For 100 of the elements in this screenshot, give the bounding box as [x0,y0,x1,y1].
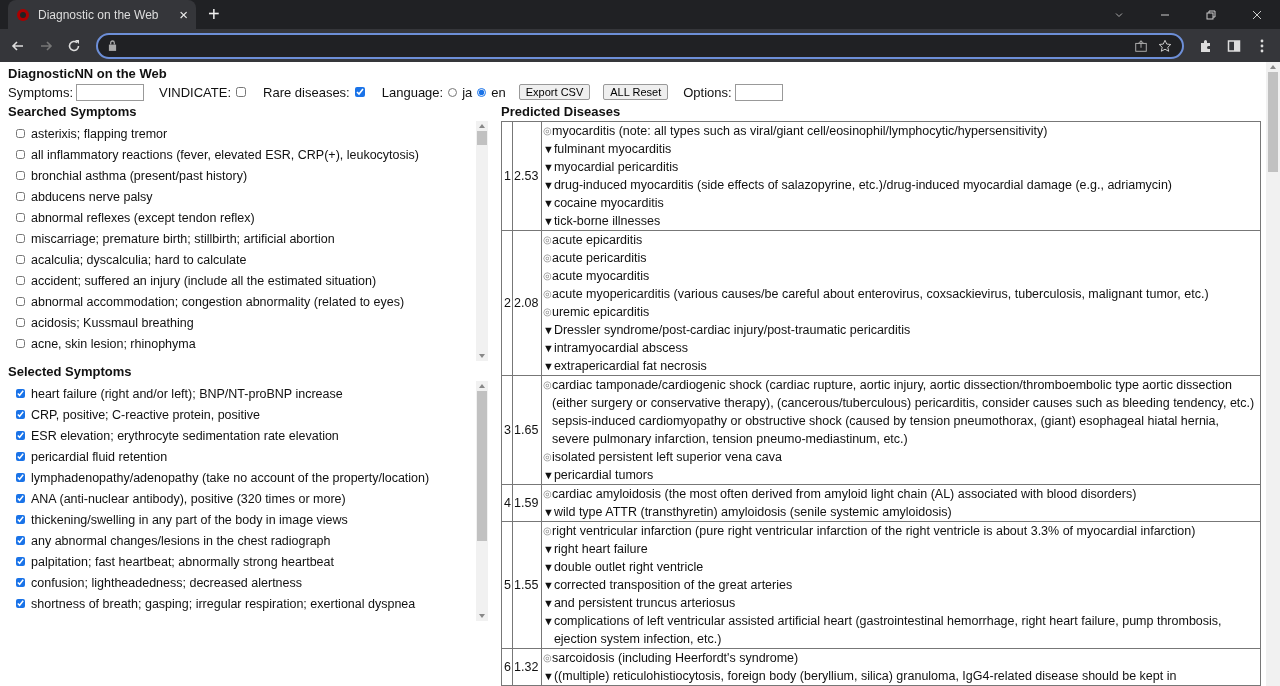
symptom-label[interactable]: accident; suffered an injury (include all the estimated situation) [31,273,377,288]
symptom-checkbox[interactable] [16,557,25,566]
symptom-checkbox[interactable] [16,494,25,503]
symptom-checkbox[interactable] [16,171,25,180]
section-heading: Searched Symptoms [8,104,138,121]
symptom-checkbox[interactable] [16,129,25,138]
symptom-checkbox[interactable] [16,150,25,159]
marker-glyph: ◎ [543,233,552,247]
symptom-checkbox[interactable] [16,536,25,545]
symptom-checkbox[interactable] [16,599,25,608]
action-button[interactable]: ALL Reset [603,84,669,100]
marker-glyph: ◎ [543,378,552,392]
score-cell: 1.55 [512,521,542,649]
page-title: DiagnosticNN on the Web [8,66,168,81]
symptom-label[interactable]: ESR elevation; erythrocyte sedimentation rate elevation [31,428,339,443]
symptom-checkbox[interactable] [16,452,25,461]
marker-glyph: ◎ [543,651,552,665]
symptom-checkbox[interactable] [16,410,25,419]
symptom-label[interactable]: CRP, positive; C-reactive protein, positive [31,407,261,422]
tab-title: Diagnostic on the Web [38,7,160,22]
browser-tab[interactable]: Diagnostic on the Web × [8,0,196,29]
lock-icon [108,40,117,51]
marker-glyph: ▼ [543,323,554,338]
symptom-label[interactable]: bronchial asthma (present/past history) [31,168,248,183]
marker-glyph: ▼ [543,359,554,372]
symptom-label[interactable]: any abnormal changes/lesions in the chest radiograph [31,533,331,548]
symptom-checkbox[interactable] [16,473,25,482]
symptom-label[interactable]: asterixis; flapping tremor [31,126,168,141]
language-radio[interactable] [448,87,458,97]
symptom-label[interactable]: all inflammatory reactions (fever, elevated ESR, CRP(+), leukocytosis) [31,147,419,162]
star-icon[interactable] [1158,38,1172,53]
disease-name: pericardial tumors [553,467,654,484]
scrollbar-thumb[interactable] [1268,72,1278,172]
symptom-label[interactable]: palpitation; fast heartbeat; abnormally strong heartbeat [31,554,334,569]
symptom-checkbox[interactable] [16,431,25,440]
scrollbar[interactable] [476,381,488,621]
disease-name: complications of left ventricular assisted artificial heart (gastrointestinal hemorrhage, right heart failure, pump thrombosis, ejection system infection, etc.) [553,613,1223,648]
symptom-label[interactable]: abnormal accommodation; congestion abnormality (related to eyes) [31,294,405,309]
symptom-label[interactable]: heart failure (right and/or left); BNP/NT-proBNP increase [31,386,343,401]
close-icon[interactable] [1251,8,1263,21]
scrollbar[interactable] [476,121,488,361]
rank-cell: 2 [501,230,513,376]
disease-name: right ventricular infarction (pure right ventricular infarction of the right ventricle is about 3.3% of myocardial infarction) [552,523,1196,540]
symptom-label[interactable]: miscarriage; premature birth; stillbirth; artificial abortion [31,231,335,246]
symptom-label[interactable]: acalculia; dyscalculia; hard to calculate [31,252,247,267]
action-button[interactable]: Export CSV [518,84,591,100]
symptom-checkbox[interactable] [16,255,25,264]
symptom-checkbox[interactable] [16,297,25,306]
symptom-checkbox[interactable] [16,213,25,222]
marker-glyph: ▼ [543,468,554,481]
symptom-label[interactable]: shortness of breath; gasping; irregular respiration; exertional dyspnea [31,596,416,611]
disease-name: myocardial pericarditis [553,159,679,176]
symptom-label[interactable]: abducens nerve palsy [31,189,153,204]
disease-name: myocarditis (note: all types such as viral/giant cell/eosinophil/lymphocytic/hypersensitivity) [552,123,1048,140]
symptom-checkbox[interactable] [16,276,25,285]
disease-name: intramyocardial abscess [553,340,688,357]
vindicate-checkbox[interactable] [236,87,246,97]
marker-glyph: ◎ [543,287,552,301]
symptom-label[interactable]: acidosis; Kussmaul breathing [31,315,194,330]
options-field[interactable] [734,83,783,101]
share-icon[interactable] [1134,38,1148,53]
marker-glyph: ◎ [543,251,552,265]
marker-glyph: ▼ [543,142,554,157]
score-cell: 1.59 [512,484,542,522]
rank-cell: 3 [501,375,513,485]
marker-glyph: ◎ [543,524,552,538]
close-tab-button[interactable]: × [179,6,188,23]
symptom-checkbox[interactable] [16,318,25,327]
marker-glyph: ▼ [543,160,554,175]
symptom-checkbox[interactable] [16,192,25,201]
disease-name: cardiac amyloidosis (the most often derived from amyloid light chain (AL) associated with blood disorders) [552,486,1137,503]
new-tab-button[interactable]: + [208,3,220,26]
symptom-label[interactable]: thickening/swelling in any part of the body in image views [31,512,348,527]
symptom-label[interactable]: ANA (anti-nuclear antibody), positive (320 times or more) [31,491,346,506]
symptom-checkbox[interactable] [16,578,25,587]
disease-name: corrected transposition of the great arteries [553,577,793,594]
scrollbar-thumb[interactable] [477,131,487,145]
symptoms-label: Symptoms: [8,84,73,100]
rare-diseases-checkbox[interactable] [354,87,365,97]
disease-name: fulminant myocarditis [553,141,672,158]
symptom-label[interactable]: acne, skin lesion; rhinophyma [31,336,196,351]
symptom-checkbox[interactable] [16,515,25,524]
symptom-checkbox[interactable] [16,389,25,398]
symptom-checkbox[interactable] [16,339,25,348]
symptom-label[interactable]: confusion; lightheadedness; decreased alertness [31,575,302,590]
symptom-label[interactable]: pericardial fluid retention [31,449,168,464]
restore-icon[interactable] [1205,8,1217,21]
symptoms-field[interactable] [76,83,144,101]
language-radio[interactable] [477,87,487,97]
disease-name: acute myopericarditis (various causes/be careful about enterovirus, coxsackievirus, tuberculosis, malignant tumor, etc.) [552,286,1209,303]
rank-cell: 5 [501,521,513,649]
marker-glyph: ▼ [543,214,554,229]
disease-name: ((multiple) reticulohistiocytosis, foreign body (beryllium, silica) granuloma, IgG4-related disease should be kept in [553,668,1177,685]
disease-name: acute pericarditis [552,250,647,267]
scrollbar-thumb[interactable] [477,391,487,541]
marker-glyph: ▼ [543,196,554,211]
disease-name: right heart failure [553,541,648,558]
symptom-label[interactable]: lymphadenopathy/adenopathy (take no account of the property/location) [31,470,430,485]
symptom-label[interactable]: abnormal reflexes (except tendon reflex) [31,210,255,225]
symptom-checkbox[interactable] [16,234,25,243]
